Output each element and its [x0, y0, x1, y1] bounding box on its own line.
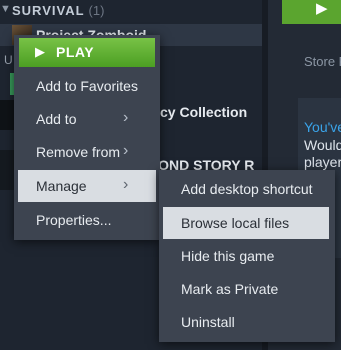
- category-count: (1): [88, 3, 105, 18]
- play-icon: ▶: [35, 44, 45, 59]
- menu-item-label: Properties...: [36, 212, 112, 228]
- menu-item-remove-from[interactable]: Remove from ›: [18, 136, 156, 168]
- menu-item-label: Manage: [36, 178, 87, 194]
- submenu-item-browse-local-files[interactable]: Browse local files: [163, 207, 329, 239]
- submenu-item-label: Uninstall: [181, 314, 235, 330]
- store-page-link[interactable]: Store P: [304, 54, 341, 69]
- category-name: SURVIVAL: [12, 3, 85, 18]
- chevron-right-icon: ›: [123, 176, 129, 193]
- menu-item-add-to[interactable]: Add to ›: [18, 103, 156, 135]
- submenu-item-add-desktop-shortcut[interactable]: Add desktop shortcut: [163, 173, 329, 205]
- submenu-item-label: Hide this game: [181, 248, 275, 264]
- collapsed-category-label[interactable]: U: [4, 53, 13, 67]
- menu-item-add-to-favorites[interactable]: Add to Favorites: [18, 70, 156, 102]
- game-context-menu: ▶ PLAY Add to Favorites Add to › Remove …: [14, 35, 160, 240]
- manage-submenu: Add desktop shortcut Browse local files …: [159, 170, 335, 342]
- submenu-item-label: Add desktop shortcut: [181, 181, 313, 197]
- menu-item-label: Add to Favorites: [36, 78, 138, 94]
- submenu-item-label: Browse local files: [181, 215, 290, 231]
- game-icon-strip: [0, 100, 14, 130]
- promo-title: You've: [304, 119, 341, 135]
- category-header-survival[interactable]: ▼ SURVIVAL (1): [0, 0, 262, 21]
- menu-item-label: Add to: [36, 111, 77, 127]
- play-label: PLAY: [56, 44, 95, 60]
- submenu-item-hide-this-game[interactable]: Hide this game: [163, 240, 329, 272]
- menu-item-manage[interactable]: Manage ›: [18, 170, 156, 202]
- menu-item-label: Remove from: [36, 144, 121, 160]
- submenu-item-uninstall[interactable]: Uninstall: [163, 306, 329, 338]
- chevron-right-icon: ›: [123, 142, 129, 159]
- submenu-item-label: Mark as Private: [181, 281, 279, 297]
- game-title-partial[interactable]: cy Collection: [160, 104, 247, 120]
- play-button[interactable]: ▶ PLAY: [19, 38, 155, 67]
- play-icon: ▶: [316, 0, 328, 17]
- collapse-chevron-icon[interactable]: ▼: [0, 3, 11, 15]
- chevron-right-icon: ›: [123, 109, 129, 126]
- submenu-item-mark-as-private[interactable]: Mark as Private: [163, 273, 329, 305]
- promo-text: player: [304, 154, 341, 170]
- promo-text: Would: [304, 137, 341, 153]
- game-icon-strip: [0, 150, 14, 190]
- menu-item-properties[interactable]: Properties...: [18, 204, 156, 236]
- main-play-button[interactable]: ▶: [282, 0, 341, 24]
